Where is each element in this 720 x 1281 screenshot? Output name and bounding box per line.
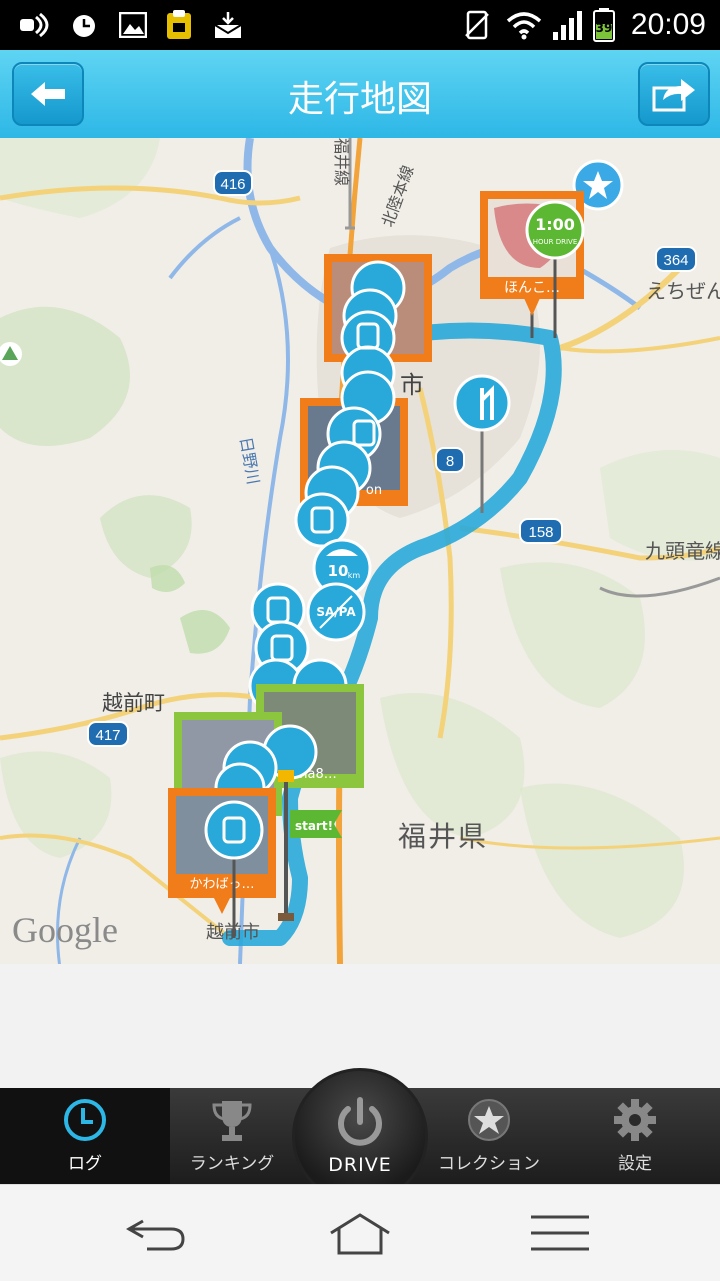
drive-label: DRIVE (328, 1154, 392, 1176)
sapa-badge[interactable]: SA/PA (306, 582, 366, 642)
page-title: 走行地図 (287, 79, 432, 120)
image-icon (118, 10, 148, 40)
tab-label: ログ (68, 1154, 102, 1174)
route-shield-8: 8 (435, 447, 465, 473)
pin-caption: ほんこ… (504, 280, 560, 296)
status-time: 20:09 (630, 8, 706, 41)
svg-text:8: 8 (446, 453, 454, 470)
pin-caption: on (366, 483, 382, 498)
system-nav-bar (0, 1184, 720, 1281)
battery-icon: 39 (592, 8, 616, 42)
trophy-icon (212, 1101, 252, 1141)
route-shield-417: 417 (87, 721, 129, 747)
route-shield-416: 416 (213, 170, 253, 196)
battery-level: 39 (595, 21, 613, 35)
tab-ranking[interactable]: ランキング (170, 1088, 294, 1184)
tab-label: 設定 (618, 1154, 652, 1174)
label-fukui-line: 福井線 (332, 138, 351, 186)
tab-label: コレクション (438, 1154, 540, 1174)
label-echizen-cho: 越前町 (102, 691, 165, 715)
wifi-icon (504, 10, 544, 40)
star-circle-icon (468, 1099, 510, 1141)
cast-icon (16, 10, 56, 40)
tab-log[interactable]: ログ (0, 1088, 170, 1184)
clock-icon (64, 1099, 106, 1141)
home-icon (330, 1213, 390, 1255)
route-shield-158: 158 (519, 518, 563, 544)
svg-text:158: 158 (528, 524, 553, 541)
map-canvas[interactable]: 416 364 8 158 417 市 越前町 福井県 九頭竜線 えちぜん 越前… (0, 138, 720, 964)
start-flag: start! (278, 770, 342, 921)
pin-caption: かわばっ… (189, 877, 254, 892)
label-hino-river: 日野川 (236, 435, 263, 486)
app-header: 走行地図 (0, 50, 720, 140)
back-icon (125, 1219, 185, 1251)
svg-text:1:00: 1:00 (535, 215, 575, 234)
menu-icon (531, 1215, 589, 1251)
tab-collection[interactable]: コレクション (428, 1088, 550, 1184)
label-echizen-right: えちぜん (646, 279, 720, 303)
alarm-icon (68, 10, 100, 40)
route-map[interactable]: 416 364 8 158 417 市 越前町 福井県 九頭竜線 えちぜん 越前… (0, 138, 720, 964)
google-logo: Google (12, 910, 118, 950)
svg-text:417: 417 (95, 727, 120, 744)
mail-icon (212, 10, 244, 40)
power-icon (338, 1097, 382, 1146)
nav-back-button[interactable] (116, 1205, 196, 1261)
vibrate-icon (462, 10, 492, 40)
svg-text:10: 10 (328, 562, 349, 580)
label-fukui-pref: 福井県 (398, 820, 488, 853)
signal-icon (550, 10, 586, 40)
nav-menu-button[interactable] (520, 1205, 600, 1261)
share-icon (652, 79, 695, 112)
gear-icon (614, 1099, 656, 1141)
svg-text:HOUR DRIVE: HOUR DRIVE (533, 238, 578, 246)
label-kuzuryu: 九頭竜線 (645, 539, 720, 563)
label-hokuriku-line: 北陸本線 (378, 163, 418, 230)
clipboard-icon (164, 10, 194, 40)
share-button[interactable] (638, 62, 710, 126)
tab-label: ランキング (189, 1154, 275, 1174)
svg-text:364: 364 (663, 252, 688, 269)
nav-home-button[interactable] (320, 1205, 400, 1261)
tab-settings[interactable]: 設定 (550, 1088, 720, 1184)
svg-text:km: km (348, 571, 361, 580)
svg-text:SA/PA: SA/PA (316, 605, 356, 619)
status-bar: 39 20:09 (0, 0, 720, 50)
svg-text:start!: start! (295, 819, 333, 833)
svg-text:416: 416 (220, 176, 245, 193)
route-shield-364: 364 (655, 246, 697, 272)
label-city: 市 (400, 371, 424, 399)
